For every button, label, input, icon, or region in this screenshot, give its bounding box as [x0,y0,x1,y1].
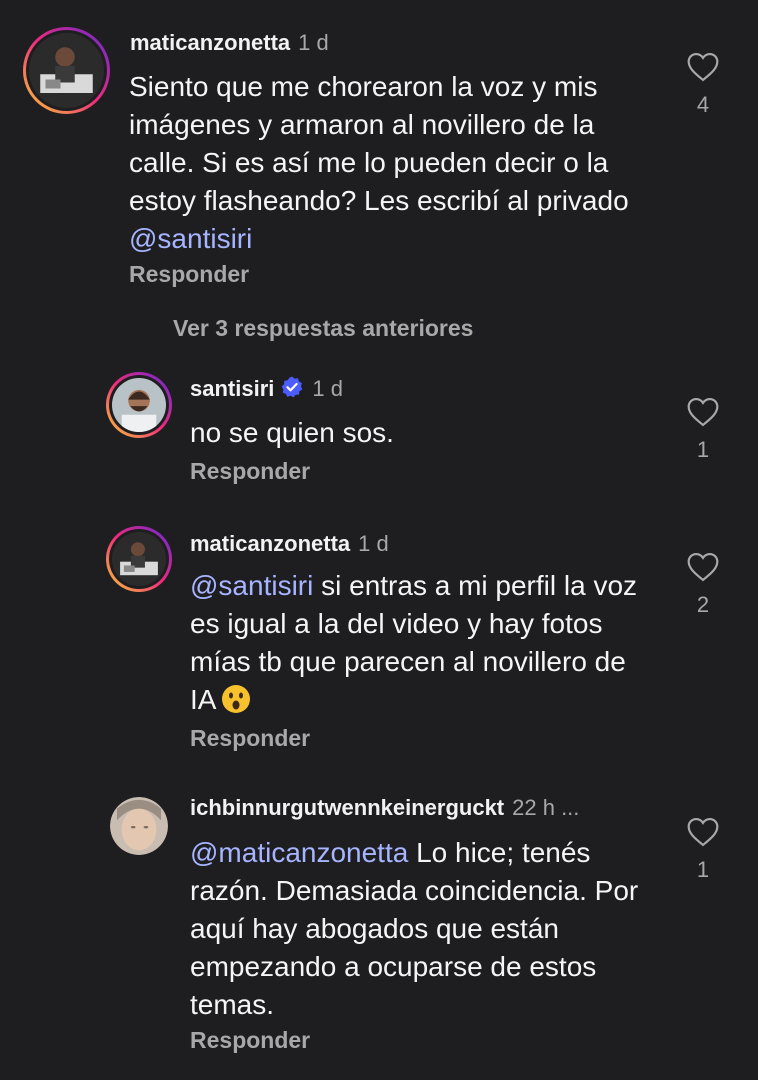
like-count: 2 [696,592,710,617]
view-previous-replies-button[interactable]: Ver 3 respuestas anteriores [173,315,473,342]
comment-text: Siento que me chorearon la voz y mis imá… [129,71,629,254]
like-count: 4 [696,92,710,117]
comments-thread: maticanzonetta 1 d Siento que me chorearo… [0,0,758,1080]
like-count: 1 [696,437,710,462]
mention-link[interactable]: @santisiri [129,223,252,254]
like-button[interactable]: 1 [683,817,723,883]
comment-time: 1 d [312,376,343,401]
heart-outline-icon [687,817,719,847]
reply-button[interactable]: Responder [190,1027,310,1054]
comment-text: @maticanzonetta Lo hice; tenés razón. De… [190,837,639,1020]
comment-text: @santisiri si entras a mi perfil la voz … [190,570,638,715]
heart-outline-icon [687,552,719,582]
heart-outline-icon [687,52,719,82]
comment-time: 22 h ... [512,795,580,820]
avatar-image [110,797,168,855]
avatar-image [29,33,104,108]
like-button[interactable]: 2 [683,552,723,618]
comment-username[interactable]: ichbinnurgutwennkeinerguckt [190,795,504,820]
avatar-maticanzonetta[interactable] [23,27,110,114]
comment-time: 1 d [298,30,329,55]
reply-button[interactable]: Responder [129,261,249,288]
like-button[interactable]: 4 [683,52,723,118]
avatar-santisiri[interactable] [106,372,172,438]
mention-link[interactable]: @maticanzonetta [190,837,408,868]
comment-text: no se quien sos. [190,417,394,448]
avatar-maticanzonetta[interactable] [106,526,172,592]
reply-button[interactable]: Responder [190,725,310,752]
comment-username[interactable]: santisiri [190,376,274,401]
avatar-image [112,378,166,432]
comment-time: 1 d [358,531,389,556]
like-count: 1 [696,857,710,882]
comment-username[interactable]: maticanzonetta [190,531,350,556]
avatar-ichbinnurgutwennkeinerguckt[interactable] [110,797,168,855]
comment-username[interactable]: maticanzonetta [130,30,290,55]
astonished-face-icon [222,685,251,713]
verified-badge-icon [282,376,303,398]
reply-button[interactable]: Responder [190,458,310,485]
like-button[interactable]: 1 [683,397,723,463]
heart-outline-icon [687,397,719,427]
mention-link[interactable]: @santisiri [190,570,313,601]
avatar-image [112,532,166,586]
